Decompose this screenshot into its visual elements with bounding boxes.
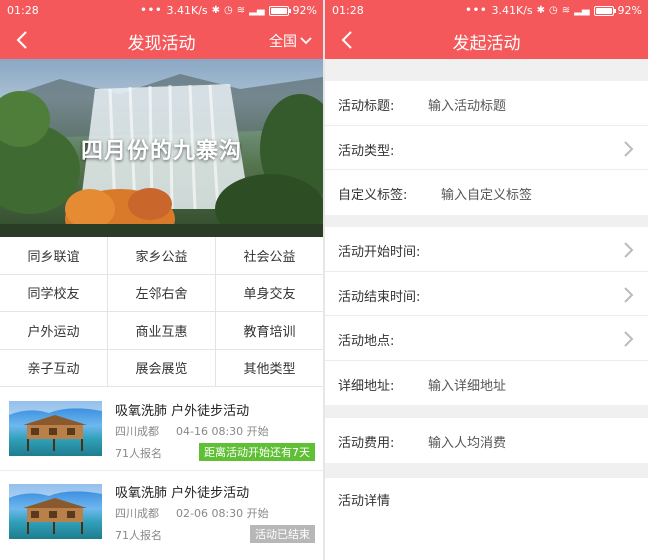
chevron-right-icon — [624, 331, 634, 347]
status-bar: 01:28 ••• 3.41K/s ✱ ◷ ≋ ▂▄ 92% — [0, 0, 323, 21]
activity-time: 04-16 08:30 开始 — [176, 425, 269, 438]
activity-location: 四川成都 — [115, 507, 159, 520]
field-label: 活动地点: — [338, 334, 395, 349]
battery-icon — [593, 5, 616, 16]
chevron-right-icon — [624, 286, 634, 303]
field-label: 活动费用: — [338, 436, 395, 451]
region-selector[interactable]: 全国 — [269, 31, 313, 51]
chevron-right-icon — [624, 242, 634, 258]
field-label: 活动标题: — [338, 99, 395, 114]
activity-time: 02-06 08:30 开始 — [176, 507, 269, 520]
end-time-field[interactable]: 活动结束时间: — [325, 272, 648, 316]
location-field[interactable]: 活动地点: — [325, 316, 648, 361]
category-item[interactable]: 户外运动 — [0, 312, 108, 350]
bluetooth-icon: ✱ — [536, 5, 546, 16]
battery-level: 92% — [617, 4, 642, 17]
custom-tag-field[interactable]: 自定义标签: 输入自定义标签 — [325, 170, 648, 215]
form-group-basic: 活动标题: 输入活动标题 活动类型: 自定义标签: 输入自定义标签 — [325, 81, 648, 215]
fee-field[interactable]: 活动费用: 输入人均消费 — [325, 418, 648, 463]
activity-thumbnail — [9, 484, 102, 539]
activity-location: 四川成都 — [115, 425, 159, 438]
battery-icon — [268, 5, 291, 16]
region-label: 全国 — [269, 34, 297, 50]
category-item[interactable]: 单身交友 — [216, 275, 323, 312]
field-label: 活动类型: — [338, 143, 395, 159]
category-item[interactable]: 展会展览 — [108, 349, 216, 387]
activity-type-field[interactable]: 活动类型: — [325, 126, 648, 170]
nav-bar: 发现活动 全国 — [0, 21, 323, 59]
category-item[interactable]: 商业互惠 — [108, 312, 216, 350]
notification-dots-icon: ••• — [465, 5, 488, 16]
activity-detail-area[interactable]: 活动详情 — [325, 478, 648, 560]
chevron-right-icon — [624, 140, 634, 157]
field-label: 详细地址: — [338, 378, 395, 394]
category-item[interactable]: 家乡公益 — [108, 237, 216, 275]
form-group-fee: 活动费用: 输入人均消费 — [325, 418, 648, 463]
category-item[interactable]: 其他类型 — [216, 350, 323, 387]
chevron-down-icon — [300, 37, 312, 45]
tag-input[interactable]: 输入自定义标签 — [441, 184, 532, 203]
network-speed: 3.41K/s — [491, 4, 533, 17]
activity-list-item[interactable]: 吸氧洗肺 户外徒步活动 四川成都 02-06 08:30 开始 71人报名 活动… — [0, 471, 323, 555]
category-item[interactable]: 教育培训 — [216, 312, 323, 350]
discover-screen: 01:28 ••• 3.41K/s ✱ ◷ ≋ ▂▄ 92% 发现活动 全国 四… — [0, 0, 323, 560]
title-input[interactable]: 输入活动标题 — [428, 95, 506, 114]
signup-count: 71人报名 — [115, 447, 162, 460]
status-bar: 01:28 ••• 3.41K/s ✱ ◷ ≋ ▂▄ 92% — [325, 0, 648, 21]
category-item[interactable]: 同学校友 — [0, 274, 108, 312]
notification-dots-icon: ••• — [140, 5, 163, 16]
category-grid: 同乡联谊 家乡公益 社会公益 同学校友 左邻右舍 单身交友 户外运动 商业互惠 … — [0, 237, 323, 387]
status-badge: 距离活动开始还有7天 — [199, 443, 315, 461]
activity-title: 吸氧洗肺 户外徒步活动 — [115, 404, 250, 419]
detail-label: 活动详情 — [338, 494, 391, 509]
alarm-icon: ◷ — [549, 5, 558, 16]
field-label: 活动结束时间: — [338, 289, 421, 305]
signal-icon: ▂▄ — [574, 5, 590, 16]
form-group-time-place: 活动开始时间: 活动结束时间: 活动地点: 详细地址: 输入详细地址 — [325, 227, 648, 405]
wifi-icon: ≋ — [236, 5, 246, 16]
activity-list-item[interactable]: 吸氧洗肺 户外徒步活动 四川成都 04-16 08:30 开始 71人报名 距离… — [0, 388, 323, 472]
alarm-icon: ◷ — [224, 5, 233, 16]
category-item[interactable]: 亲子互动 — [0, 349, 108, 387]
activity-thumbnail — [9, 401, 102, 456]
page-title: 发起活动 — [452, 34, 521, 54]
status-badge: 活动已结束 — [250, 525, 315, 543]
field-label: 自定义标签: — [338, 188, 408, 203]
banner-caption: 四月份的九寨沟 — [80, 139, 242, 164]
featured-banner[interactable]: 四月份的九寨沟 — [0, 59, 323, 237]
category-item[interactable]: 社会公益 — [216, 237, 323, 275]
category-item[interactable]: 同乡联谊 — [0, 237, 108, 275]
battery-level: 92% — [292, 4, 317, 17]
signup-count: 71人报名 — [115, 529, 162, 542]
wifi-icon: ≋ — [561, 5, 571, 16]
start-time-field[interactable]: 活动开始时间: — [325, 227, 648, 272]
category-item[interactable]: 左邻右舍 — [108, 274, 216, 312]
create-activity-screen: 01:28 ••• 3.41K/s ✱ ◷ ≋ ▂▄ 92% 发起活动 活动标题… — [325, 0, 648, 560]
address-input[interactable]: 输入详细地址 — [428, 375, 506, 394]
nav-bar: 发起活动 — [325, 21, 648, 59]
network-speed: 3.41K/s — [166, 4, 208, 17]
fee-input[interactable]: 输入人均消费 — [428, 432, 506, 451]
signal-icon: ▂▄ — [249, 5, 265, 16]
activity-title-field[interactable]: 活动标题: 输入活动标题 — [325, 81, 648, 126]
address-field[interactable]: 详细地址: 输入详细地址 — [325, 361, 648, 406]
status-time: 01:28 — [7, 4, 39, 17]
bluetooth-icon: ✱ — [211, 5, 221, 16]
field-label: 活动开始时间: — [338, 245, 421, 260]
status-time: 01:28 — [332, 4, 364, 17]
activity-title: 吸氧洗肺 户外徒步活动 — [115, 486, 250, 501]
